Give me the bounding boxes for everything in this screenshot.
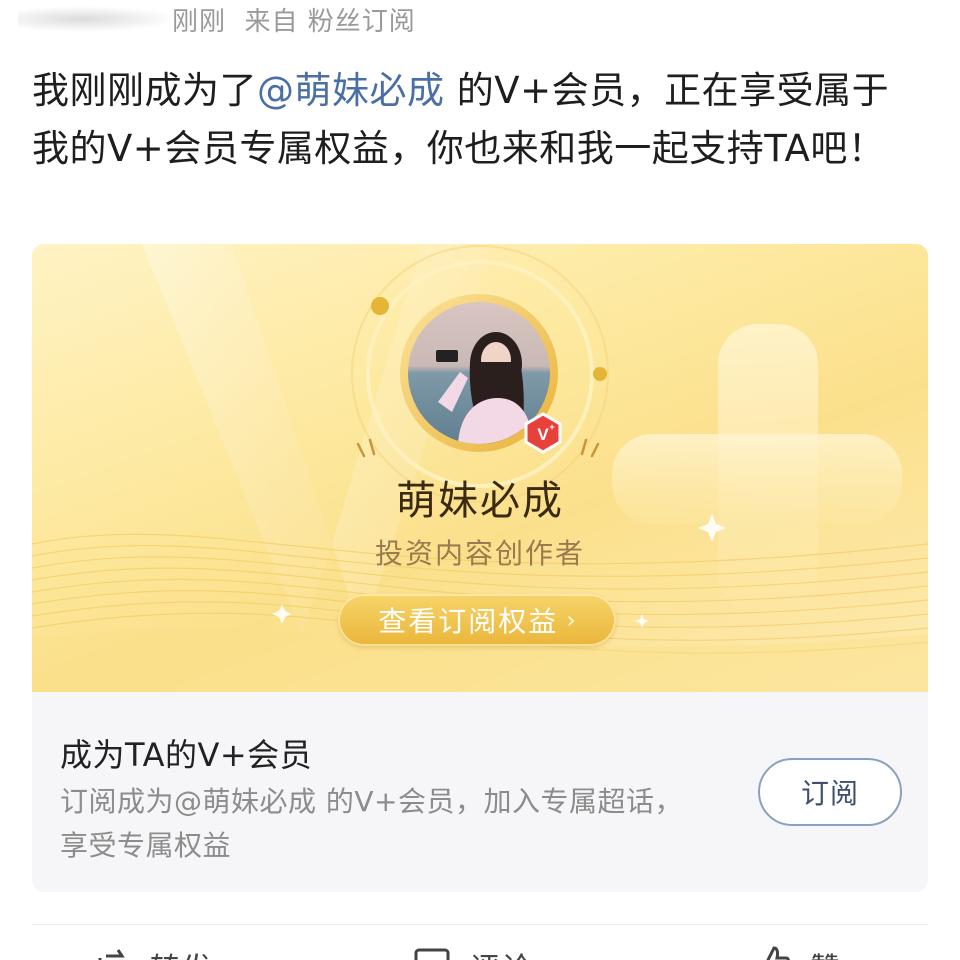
mention-link[interactable]: @萌妹必成 <box>257 69 445 112</box>
post-text-prefix: 我刚刚成为了 <box>32 69 257 112</box>
post-text: 我刚刚成为了@萌妹必成 的V+会员，正在享受属于我的V+会员专属权益，你也来和我… <box>32 62 912 178</box>
post-meta-text: 刚刚 来自 粉丝订阅 <box>172 1 416 38</box>
like-icon <box>766 946 790 960</box>
divider <box>32 924 928 925</box>
repost-label: 转发 <box>150 944 214 960</box>
svg-text:V: V <box>537 425 549 444</box>
comment-label: 评论 <box>470 944 534 960</box>
info-description: 订阅成为@萌妹必成 的V+会员，加入专属超话，享受专属权益 <box>60 785 684 862</box>
vplus-card[interactable]: V + 萌妹必成 投资内容创作者 查看订阅权益 › 成为TA的V+会员 订阅成为… <box>32 244 928 892</box>
post-meta: 刚刚 来自 粉丝订阅 <box>0 0 960 40</box>
svg-text:+: + <box>549 422 554 432</box>
creator-title: 投资内容创作者 <box>374 537 585 570</box>
post-time: 刚刚 <box>172 7 227 37</box>
subscribe-label: 订阅 <box>800 777 859 810</box>
vplus-badge-icon: V + <box>524 412 562 454</box>
action-bar: 转发 评论 赞 <box>0 940 960 960</box>
info-title: 成为TA的V+会员 <box>60 736 313 774</box>
like-label: 赞 <box>810 944 842 960</box>
subscribe-button[interactable]: 订阅 <box>758 758 902 826</box>
repost-icon <box>98 949 125 960</box>
repost-action[interactable]: 转发 <box>92 944 214 960</box>
blurred-username <box>18 6 178 32</box>
chevron-right-icon: › <box>566 606 576 634</box>
vplus-banner: V + 萌妹必成 投资内容创作者 查看订阅权益 › <box>32 244 928 692</box>
view-benefits-label: 查看订阅权益 <box>378 605 559 638</box>
like-action[interactable]: 赞 <box>752 944 842 960</box>
comment-icon <box>414 948 450 960</box>
vplus-info: 成为TA的V+会员 订阅成为@萌妹必成 的V+会员，加入专属超话，享受专属权益 … <box>32 692 928 892</box>
post-source[interactable]: 来自 粉丝订阅 <box>245 7 416 37</box>
comment-action[interactable]: 评论 <box>412 944 534 960</box>
creator-name: 萌妹必成 <box>396 478 564 524</box>
view-benefits-button[interactable]: 查看订阅权益 › <box>338 594 616 646</box>
